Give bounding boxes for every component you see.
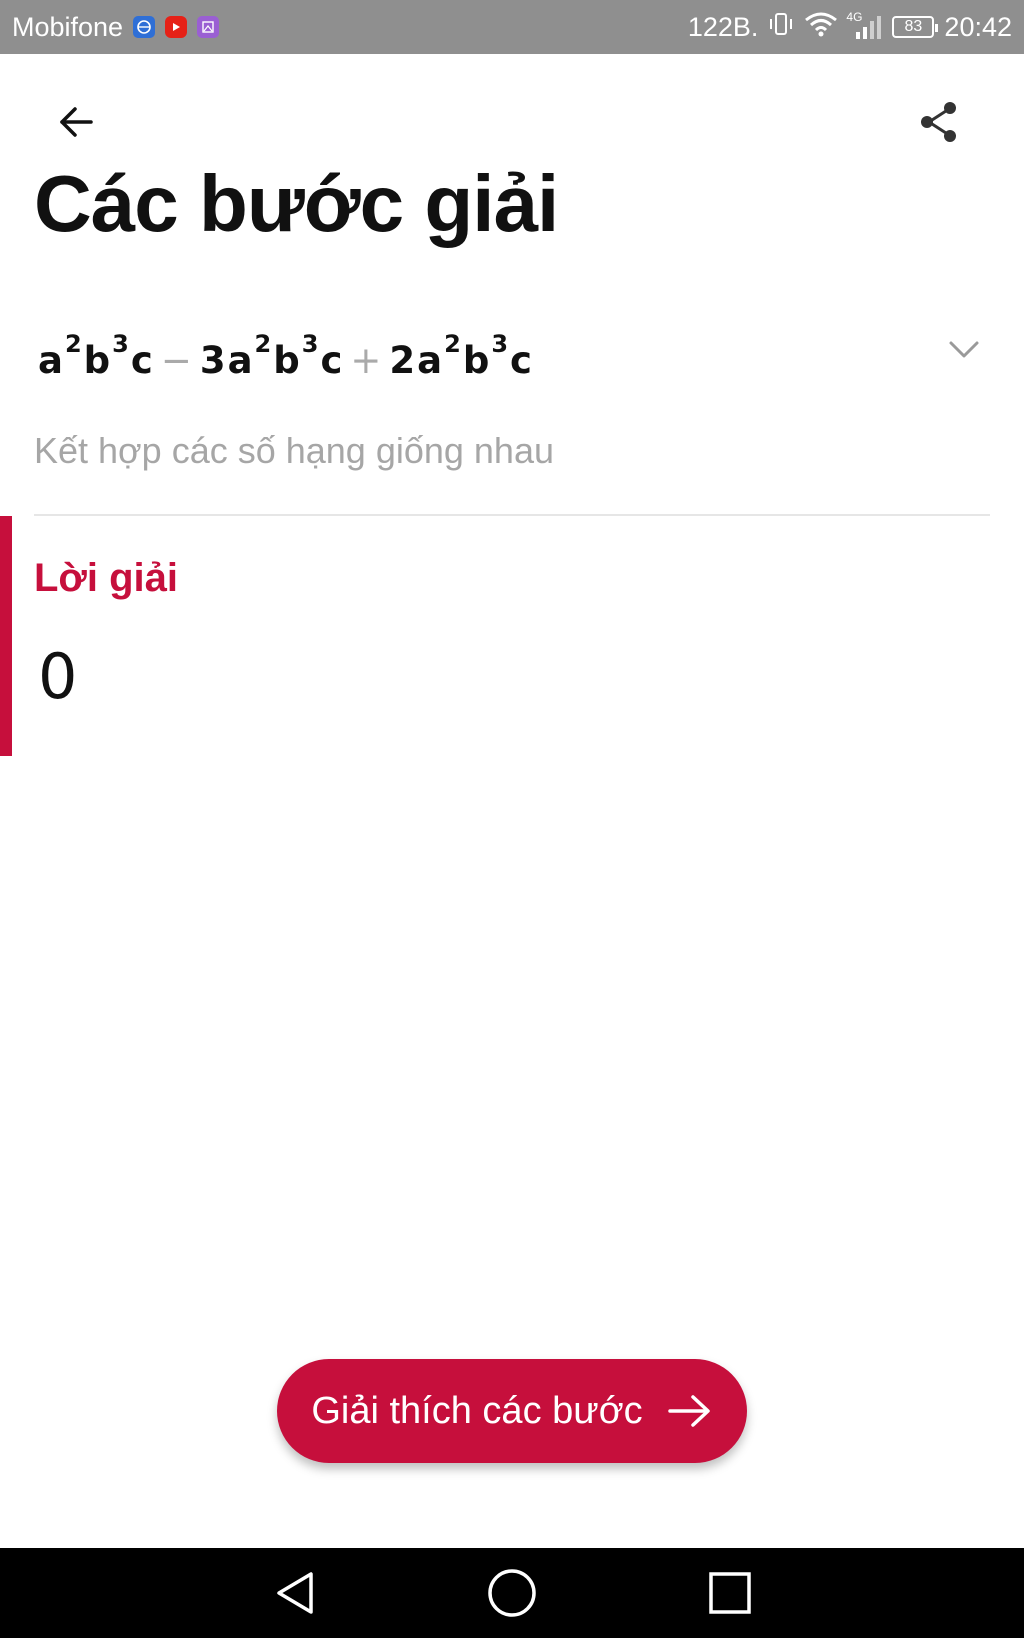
browser-app-icon — [133, 16, 156, 38]
clock: 20:42 — [944, 11, 1012, 42]
status-bar: Mobifone 122B. 4G 83 20:42 — [0, 0, 1024, 54]
step-description: Kết hợp các số hạng giống nhau — [34, 430, 554, 471]
carrier-name: Mobifone — [12, 11, 124, 42]
minus-operator: − — [160, 339, 194, 383]
share-button[interactable] — [907, 90, 971, 154]
triangle-back-icon — [277, 1572, 313, 1614]
signal-icon: 4G — [846, 10, 882, 40]
term-3: 2a2b3c — [389, 330, 534, 383]
chevron-down-icon — [949, 341, 979, 358]
page-title: Các bước giải — [34, 159, 559, 248]
network-type: 4G — [846, 10, 863, 24]
divider — [34, 514, 990, 516]
plus-operator: + — [350, 339, 384, 383]
explain-steps-button[interactable]: Giải thích các bước — [277, 1359, 747, 1463]
back-button[interactable] — [44, 90, 108, 154]
nav-back-button[interactable] — [266, 1563, 326, 1623]
step-item[interactable]: a2b3c −3a2b3c +2a2b3c Kết hợp các số hạng … — [34, 320, 990, 520]
expand-step-button[interactable] — [934, 320, 994, 380]
solution-accent-bar — [0, 516, 12, 756]
battery-icon: 83 — [892, 16, 939, 38]
wifi-icon — [804, 11, 838, 44]
term-2: 3a2b3c — [199, 330, 345, 383]
network-speed: 122B. — [687, 11, 759, 42]
step-expression: a2b3c −3a2b3c +2a2b3c — [38, 330, 534, 383]
arrow-right-icon — [667, 1395, 710, 1427]
square-recents-icon — [709, 1572, 751, 1614]
solution-value: 0 — [38, 640, 78, 713]
share-icon — [921, 102, 956, 142]
system-nav-bar — [0, 1548, 1024, 1638]
nav-home-button[interactable] — [482, 1563, 542, 1623]
youtube-app-icon — [165, 16, 188, 38]
gallery-app-icon — [197, 16, 220, 38]
status-right: 122B. 4G 83 20:42 — [687, 10, 1024, 44]
term-1: a2b3c — [38, 330, 155, 383]
battery-level: 83 — [904, 18, 923, 35]
circle-home-icon — [488, 1569, 536, 1617]
solution-label: Lời giải — [34, 556, 179, 600]
screen: Mobifone 122B. 4G 83 20:42 Các bước giải… — [0, 0, 1024, 1638]
arrow-left-icon — [60, 107, 93, 137]
nav-recents-button[interactable] — [700, 1563, 760, 1623]
vibrate-icon — [768, 11, 794, 44]
status-left: Mobifone — [0, 11, 220, 43]
explain-steps-label: Giải thích các bước — [311, 1389, 643, 1432]
